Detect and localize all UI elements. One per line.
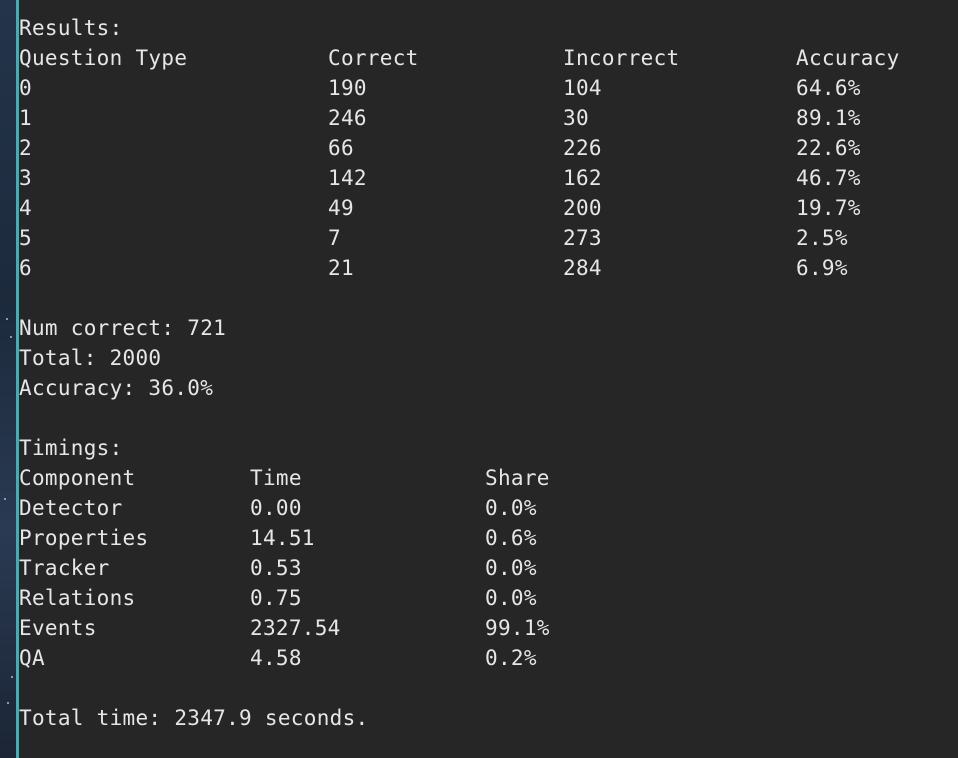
question-type-cell: 1: [19, 106, 32, 130]
results-header-row: Question Type Correct Incorrect Accuracy: [19, 43, 958, 73]
correct-cell: 190: [328, 76, 367, 100]
results-heading: Results:: [19, 16, 123, 40]
correct-cell: 246: [328, 106, 367, 130]
component-cell: Tracker: [19, 556, 110, 580]
correct-cell: 21: [328, 256, 354, 280]
terminal-output[interactable]: Results: Question Type Correct Incorrect…: [19, 0, 958, 758]
num-correct-line: Num correct: 721: [19, 316, 227, 340]
component-cell: Detector: [19, 496, 123, 520]
accuracy-cell: 89.1%: [796, 106, 861, 130]
time-cell: 0.75: [250, 586, 302, 610]
results-col-correct: Correct: [328, 46, 419, 70]
question-type-cell: 4: [19, 196, 32, 220]
component-cell: Properties: [19, 526, 149, 550]
timings-row: Properties 14.51 0.6%: [19, 523, 958, 553]
component-cell: Relations: [19, 586, 136, 610]
timings-heading: Timings:: [19, 436, 123, 460]
results-row: 3 142 162 46.7%: [19, 163, 958, 193]
share-cell: 0.6%: [485, 526, 537, 550]
wallpaper-star: [6, 318, 8, 320]
accuracy-cell: 6.9%: [796, 256, 848, 280]
results-row: 4 49 200 19.7%: [19, 193, 958, 223]
component-cell: Events: [19, 616, 97, 640]
total-line: Total: 2000: [19, 346, 162, 370]
results-col-accuracy: Accuracy: [796, 46, 900, 70]
results-col-question-type: Question Type: [19, 46, 188, 70]
timings-row: Events 2327.54 99.1%: [19, 613, 958, 643]
desktop-wallpaper: [0, 0, 16, 758]
results-row: 5 7 273 2.5%: [19, 223, 958, 253]
time-cell: 14.51: [250, 526, 315, 550]
incorrect-cell: 162: [563, 166, 602, 190]
wallpaper-star: [11, 676, 13, 678]
results-col-incorrect: Incorrect: [563, 46, 680, 70]
time-cell: 0.00: [250, 496, 302, 520]
accuracy-cell: 64.6%: [796, 76, 861, 100]
incorrect-cell: 226: [563, 136, 602, 160]
timings-row: Relations 0.75 0.0%: [19, 583, 958, 613]
question-type-cell: 3: [19, 166, 32, 190]
time-cell: 0.53: [250, 556, 302, 580]
total-time-line: Total time: 2347.9 seconds.: [19, 706, 369, 730]
wallpaper-star: [7, 702, 9, 704]
timings-row: Detector 0.00 0.0%: [19, 493, 958, 523]
correct-cell: 66: [328, 136, 354, 160]
timings-header-row: Component Time Share: [19, 463, 958, 493]
timings-row: Tracker 0.53 0.0%: [19, 553, 958, 583]
incorrect-cell: 284: [563, 256, 602, 280]
correct-cell: 142: [328, 166, 367, 190]
wallpaper-star: [4, 498, 6, 500]
timings-col-component: Component: [19, 466, 136, 490]
correct-cell: 7: [328, 226, 341, 250]
accuracy-cell: 2.5%: [796, 226, 848, 250]
share-cell: 0.0%: [485, 556, 537, 580]
share-cell: 0.2%: [485, 646, 537, 670]
time-cell: 4.58: [250, 646, 302, 670]
results-row: 1 246 30 89.1%: [19, 103, 958, 133]
incorrect-cell: 200: [563, 196, 602, 220]
share-cell: 0.0%: [485, 496, 537, 520]
correct-cell: 49: [328, 196, 354, 220]
incorrect-cell: 104: [563, 76, 602, 100]
timings-col-time: Time: [250, 466, 302, 490]
share-cell: 99.1%: [485, 616, 550, 640]
question-type-cell: 0: [19, 76, 32, 100]
share-cell: 0.0%: [485, 586, 537, 610]
timings-col-share: Share: [485, 466, 550, 490]
timings-row: QA 4.58 0.2%: [19, 643, 958, 673]
incorrect-cell: 273: [563, 226, 602, 250]
question-type-cell: 5: [19, 226, 32, 250]
time-cell: 2327.54: [250, 616, 341, 640]
question-type-cell: 6: [19, 256, 32, 280]
wallpaper-star: [10, 336, 12, 338]
accuracy-cell: 46.7%: [796, 166, 861, 190]
accuracy-cell: 22.6%: [796, 136, 861, 160]
component-cell: QA: [19, 646, 45, 670]
results-row: 0 190 104 64.6%: [19, 73, 958, 103]
accuracy-line: Accuracy: 36.0%: [19, 376, 214, 400]
results-row: 6 21 284 6.9%: [19, 253, 958, 283]
incorrect-cell: 30: [563, 106, 589, 130]
question-type-cell: 2: [19, 136, 32, 160]
accuracy-cell: 19.7%: [796, 196, 861, 220]
results-row: 2 66 226 22.6%: [19, 133, 958, 163]
